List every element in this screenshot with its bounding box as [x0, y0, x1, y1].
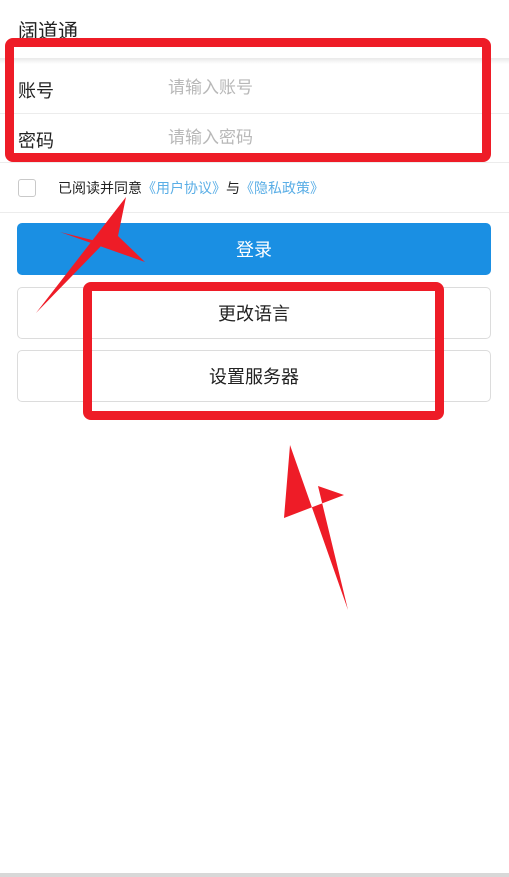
arrow-icon-upper [36, 197, 145, 313]
bottom-edge [0, 873, 509, 877]
annotation-arrows [36, 197, 348, 610]
arrow-icon-lower [284, 445, 348, 610]
